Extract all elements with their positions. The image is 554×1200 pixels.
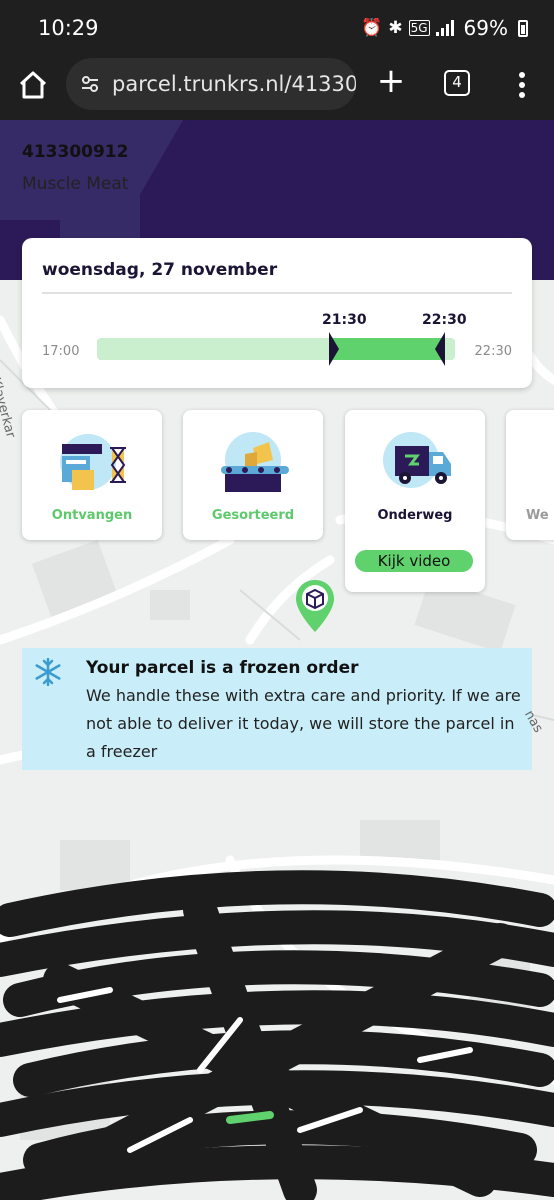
time-window-fill <box>332 338 442 360</box>
slot-end-label: 22:30 <box>422 312 467 328</box>
battery-percent: 69% <box>463 16 508 40</box>
received-icon <box>60 434 126 490</box>
new-tab-button[interactable]: + <box>374 64 408 98</box>
step-label: Onderweg <box>377 508 453 523</box>
watch-video-button[interactable]: Kijk video <box>355 550 473 572</box>
shop-name: Muscle Meat <box>22 174 129 194</box>
alarm-icon: ⏰ <box>361 18 383 38</box>
battery-icon <box>518 19 528 37</box>
step-label: We <box>526 508 549 523</box>
range-end-label: 22:30 <box>474 344 512 359</box>
status-time: 10:29 <box>38 16 99 40</box>
time-window-bar <box>97 332 455 366</box>
step-card-sorted[interactable]: Gesorteerd <box>183 410 323 540</box>
snowflake-icon <box>35 658 61 686</box>
tracking-number: 413300912 <box>22 142 129 162</box>
home-icon <box>19 71 47 99</box>
status-bar: 10:29 ⏰ ✱ 5G 69% <box>0 0 554 56</box>
range-start-label: 17:00 <box>42 344 80 359</box>
delivery-window-card: woensdag, 27 november 21:30 22:30 17:00 … <box>22 238 532 388</box>
step-card-received[interactable]: Ontvangen <box>22 410 162 540</box>
slot-start-handle <box>329 332 339 366</box>
address-bar[interactable]: parcel.trunkrs.nl/413300 <box>66 58 356 110</box>
divider <box>42 292 512 294</box>
signal-icon <box>435 20 454 36</box>
site-settings-icon[interactable] <box>80 75 100 93</box>
network-type-label: 5G <box>408 20 430 36</box>
delivery-date: woensdag, 27 november <box>42 260 278 280</box>
sorted-icon <box>221 432 289 492</box>
bluetooth-icon: ✱ <box>388 18 403 38</box>
step-card-on-the-way[interactable]: Onderweg Kijk video <box>345 410 485 592</box>
slot-start-label: 21:30 <box>322 312 367 328</box>
slot-end-handle <box>435 332 445 366</box>
step-label: Gesorteerd <box>211 508 295 523</box>
map-pin-icon[interactable] <box>294 578 336 634</box>
browser-toolbar: parcel.trunkrs.nl/413300 + 4 <box>0 56 554 120</box>
page-content: 413300912 Muscle Meat woensdag, 27 novem… <box>0 120 554 1200</box>
home-button[interactable] <box>16 68 50 102</box>
step-label: Ontvangen <box>51 508 133 523</box>
status-icons: ⏰ ✱ 5G 69% <box>361 16 528 40</box>
frozen-description: We handle these with extra care and prio… <box>86 686 521 761</box>
more-menu-button[interactable] <box>512 68 532 102</box>
frozen-order-banner: Your parcel is a frozen order We handle … <box>22 648 532 770</box>
delivery-van-icon <box>383 432 451 488</box>
url-text: parcel.trunkrs.nl/413300 <box>112 72 356 96</box>
step-card-delivered[interactable]: We <box>506 410 554 540</box>
tab-switcher-button[interactable]: 4 <box>444 70 470 96</box>
frozen-title: Your parcel is a frozen order <box>86 658 359 678</box>
